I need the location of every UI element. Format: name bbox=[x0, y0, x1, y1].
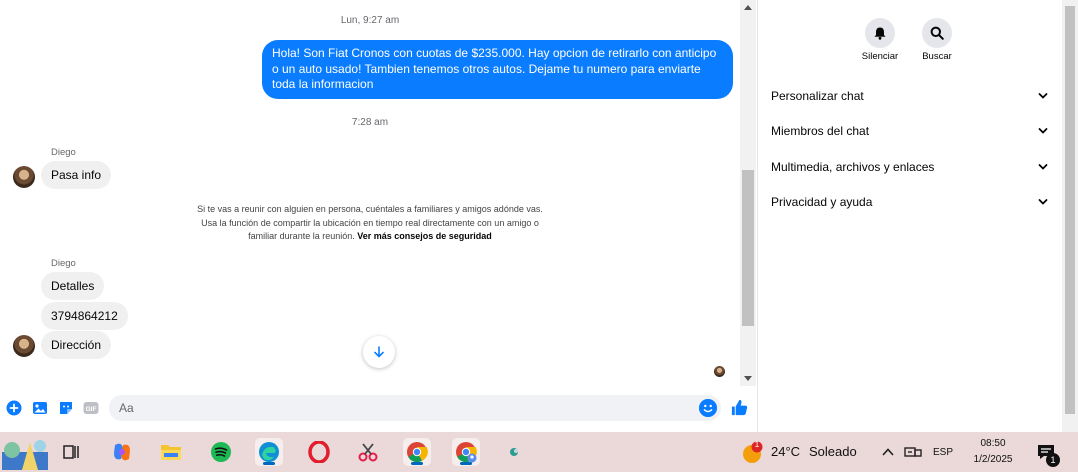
chrome-icon bbox=[407, 442, 428, 463]
taskbar-app-copilot[interactable] bbox=[108, 438, 136, 466]
taskbar-app-snipping-tool[interactable] bbox=[354, 438, 382, 466]
folder-icon bbox=[161, 445, 181, 460]
incoming-message[interactable]: 3794864212 bbox=[41, 302, 128, 330]
info-pane-scrollbar[interactable] bbox=[1062, 0, 1078, 432]
chevron-down-icon bbox=[1038, 93, 1048, 99]
safety-notice: Si te vas a reunir con alguien en person… bbox=[190, 203, 550, 244]
spotify-icon bbox=[211, 442, 231, 462]
active-indicator bbox=[411, 462, 423, 465]
scroll-down-arrow[interactable] bbox=[744, 376, 752, 381]
photo-icon[interactable] bbox=[32, 400, 48, 416]
clock[interactable]: 08:50 1/2/2025 bbox=[964, 436, 1022, 468]
scroll-up-arrow[interactable] bbox=[744, 5, 752, 10]
taskbar-app-file-explorer[interactable] bbox=[157, 438, 185, 466]
notification-count: 1 bbox=[1046, 453, 1060, 467]
sender-name: Diego bbox=[51, 258, 76, 269]
chat-scrollbar[interactable] bbox=[740, 0, 756, 386]
section-chat-members[interactable]: Miembros del chat bbox=[771, 119, 1049, 143]
mute-button[interactable] bbox=[865, 18, 895, 48]
svg-text:GIF: GIF bbox=[86, 406, 97, 413]
task-view-button[interactable] bbox=[57, 438, 85, 466]
scissors-icon bbox=[358, 443, 378, 462]
widgets-icon[interactable] bbox=[2, 434, 48, 470]
chat-pane: Lun, 9:27 am Hola! Son Fiat Cronos con c… bbox=[0, 0, 740, 386]
search-label: Buscar bbox=[922, 51, 952, 62]
chat-info-pane: Silenciar Buscar Personalizar chat Miemb… bbox=[758, 0, 1062, 432]
section-label: Miembros del chat bbox=[771, 124, 870, 138]
search-icon bbox=[930, 26, 944, 40]
weather-badge: 1 bbox=[754, 440, 760, 449]
message-timestamp: 7:28 am bbox=[351, 117, 389, 128]
incoming-message[interactable]: Pasa info bbox=[41, 161, 112, 189]
language-indicator[interactable]: ESP bbox=[933, 447, 953, 458]
section-privacy-help[interactable]: Privacidad y ayuda bbox=[771, 190, 1049, 214]
scrollbar-thumb[interactable] bbox=[742, 170, 754, 326]
message-input-placeholder: Aa bbox=[119, 401, 134, 415]
scrollbar-thumb[interactable] bbox=[1065, 6, 1075, 414]
incoming-message[interactable]: Dirección bbox=[41, 331, 112, 359]
edge-icon bbox=[259, 442, 279, 462]
app-icon bbox=[510, 448, 518, 456]
mute-label: Silenciar bbox=[861, 51, 899, 62]
weather-temperature[interactable]: 24°C bbox=[771, 444, 800, 459]
clock-date: 1/2/2025 bbox=[973, 454, 1013, 465]
emoji-icon[interactable] bbox=[699, 399, 717, 417]
outgoing-message[interactable]: Hola! Son Fiat Cronos con cuotas de $235… bbox=[262, 40, 733, 99]
message-input[interactable]: Aa bbox=[109, 395, 721, 421]
taskbar-app-chrome[interactable] bbox=[403, 438, 431, 466]
section-label: Multimedia, archivos y enlaces bbox=[771, 160, 935, 174]
sender-name: Diego bbox=[51, 147, 76, 158]
task-view-icon bbox=[63, 445, 79, 459]
bell-icon bbox=[874, 27, 886, 40]
safety-tips-link[interactable]: Ver más consejos de seguridad bbox=[357, 231, 492, 241]
opera-icon bbox=[308, 441, 330, 463]
chevron-down-icon bbox=[1038, 199, 1048, 205]
screen: Lun, 9:27 am Hola! Son Fiat Cronos con c… bbox=[0, 0, 1078, 472]
taskbar-app-chrome-profile[interactable] bbox=[452, 438, 480, 466]
clock-time: 08:50 bbox=[980, 438, 1006, 449]
message-composer: GIF Aa bbox=[0, 392, 756, 424]
message-timestamp: Lun, 9:27 am bbox=[340, 15, 400, 26]
section-customize-chat[interactable]: Personalizar chat bbox=[771, 84, 1049, 108]
chevron-down-icon bbox=[1038, 128, 1048, 134]
taskbar-app-edge[interactable] bbox=[255, 438, 283, 466]
taskbar-app-other[interactable] bbox=[500, 438, 528, 466]
taskbar-app-spotify[interactable] bbox=[207, 438, 235, 466]
section-media-files-links[interactable]: Multimedia, archivos y enlaces bbox=[771, 155, 1049, 179]
sticker-icon[interactable] bbox=[58, 400, 74, 416]
active-indicator bbox=[460, 462, 472, 465]
active-indicator bbox=[263, 462, 275, 465]
scroll-to-bottom-button[interactable] bbox=[363, 336, 395, 368]
avatar[interactable] bbox=[13, 335, 35, 357]
read-receipt-avatar bbox=[714, 366, 725, 377]
chrome-profile-icon bbox=[456, 442, 477, 463]
plus-icon[interactable] bbox=[6, 400, 22, 416]
taskbar: 1 24°C Soleado ESP 08:50 1/2/2025 1 bbox=[0, 432, 1078, 472]
network-icon[interactable] bbox=[904, 445, 922, 459]
incoming-message[interactable]: Detalles bbox=[41, 272, 105, 300]
search-button[interactable] bbox=[922, 18, 952, 48]
like-icon[interactable] bbox=[730, 398, 749, 417]
chevron-down-icon bbox=[1038, 164, 1048, 170]
copilot-icon bbox=[114, 443, 130, 461]
arrow-down-icon bbox=[374, 346, 384, 358]
section-label: Privacidad y ayuda bbox=[771, 195, 873, 209]
taskbar-app-opera[interactable] bbox=[305, 438, 333, 466]
gif-icon[interactable]: GIF bbox=[83, 400, 99, 416]
avatar[interactable] bbox=[13, 166, 35, 188]
weather-description[interactable]: Soleado bbox=[809, 444, 857, 459]
chevron-up-icon[interactable] bbox=[881, 446, 895, 458]
section-label: Personalizar chat bbox=[771, 89, 864, 103]
